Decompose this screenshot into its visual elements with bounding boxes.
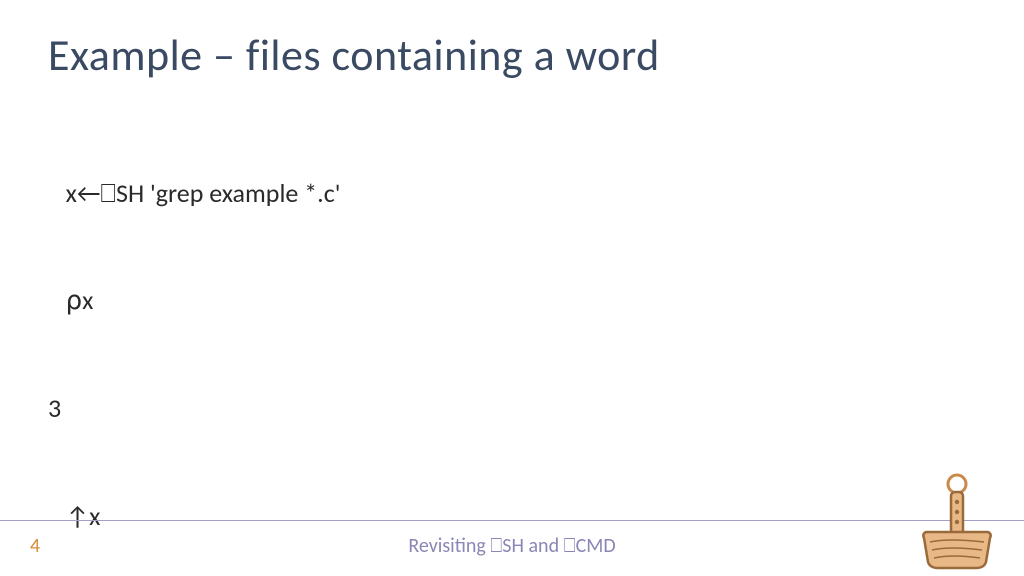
- footer-divider: [0, 520, 1024, 521]
- slide-footer: 4 Revisiting ⎕SH and ⎕CMD: [0, 508, 1024, 576]
- footer-text: Revisiting ⎕SH and ⎕CMD: [0, 534, 1024, 558]
- code-line: x←⎕SH 'grep example *.c': [48, 176, 976, 212]
- code-line: ⍴x: [48, 283, 976, 319]
- code-line: 3: [48, 391, 976, 427]
- hammer-logo-icon: [918, 472, 996, 570]
- slide-title: Example – files containing a word: [48, 28, 976, 82]
- code-block: x←⎕SH 'grep example *.c' ⍴x 3 ↑x a.c:/* …: [48, 104, 976, 576]
- slide: Example – files containing a word x←⎕SH …: [0, 0, 1024, 576]
